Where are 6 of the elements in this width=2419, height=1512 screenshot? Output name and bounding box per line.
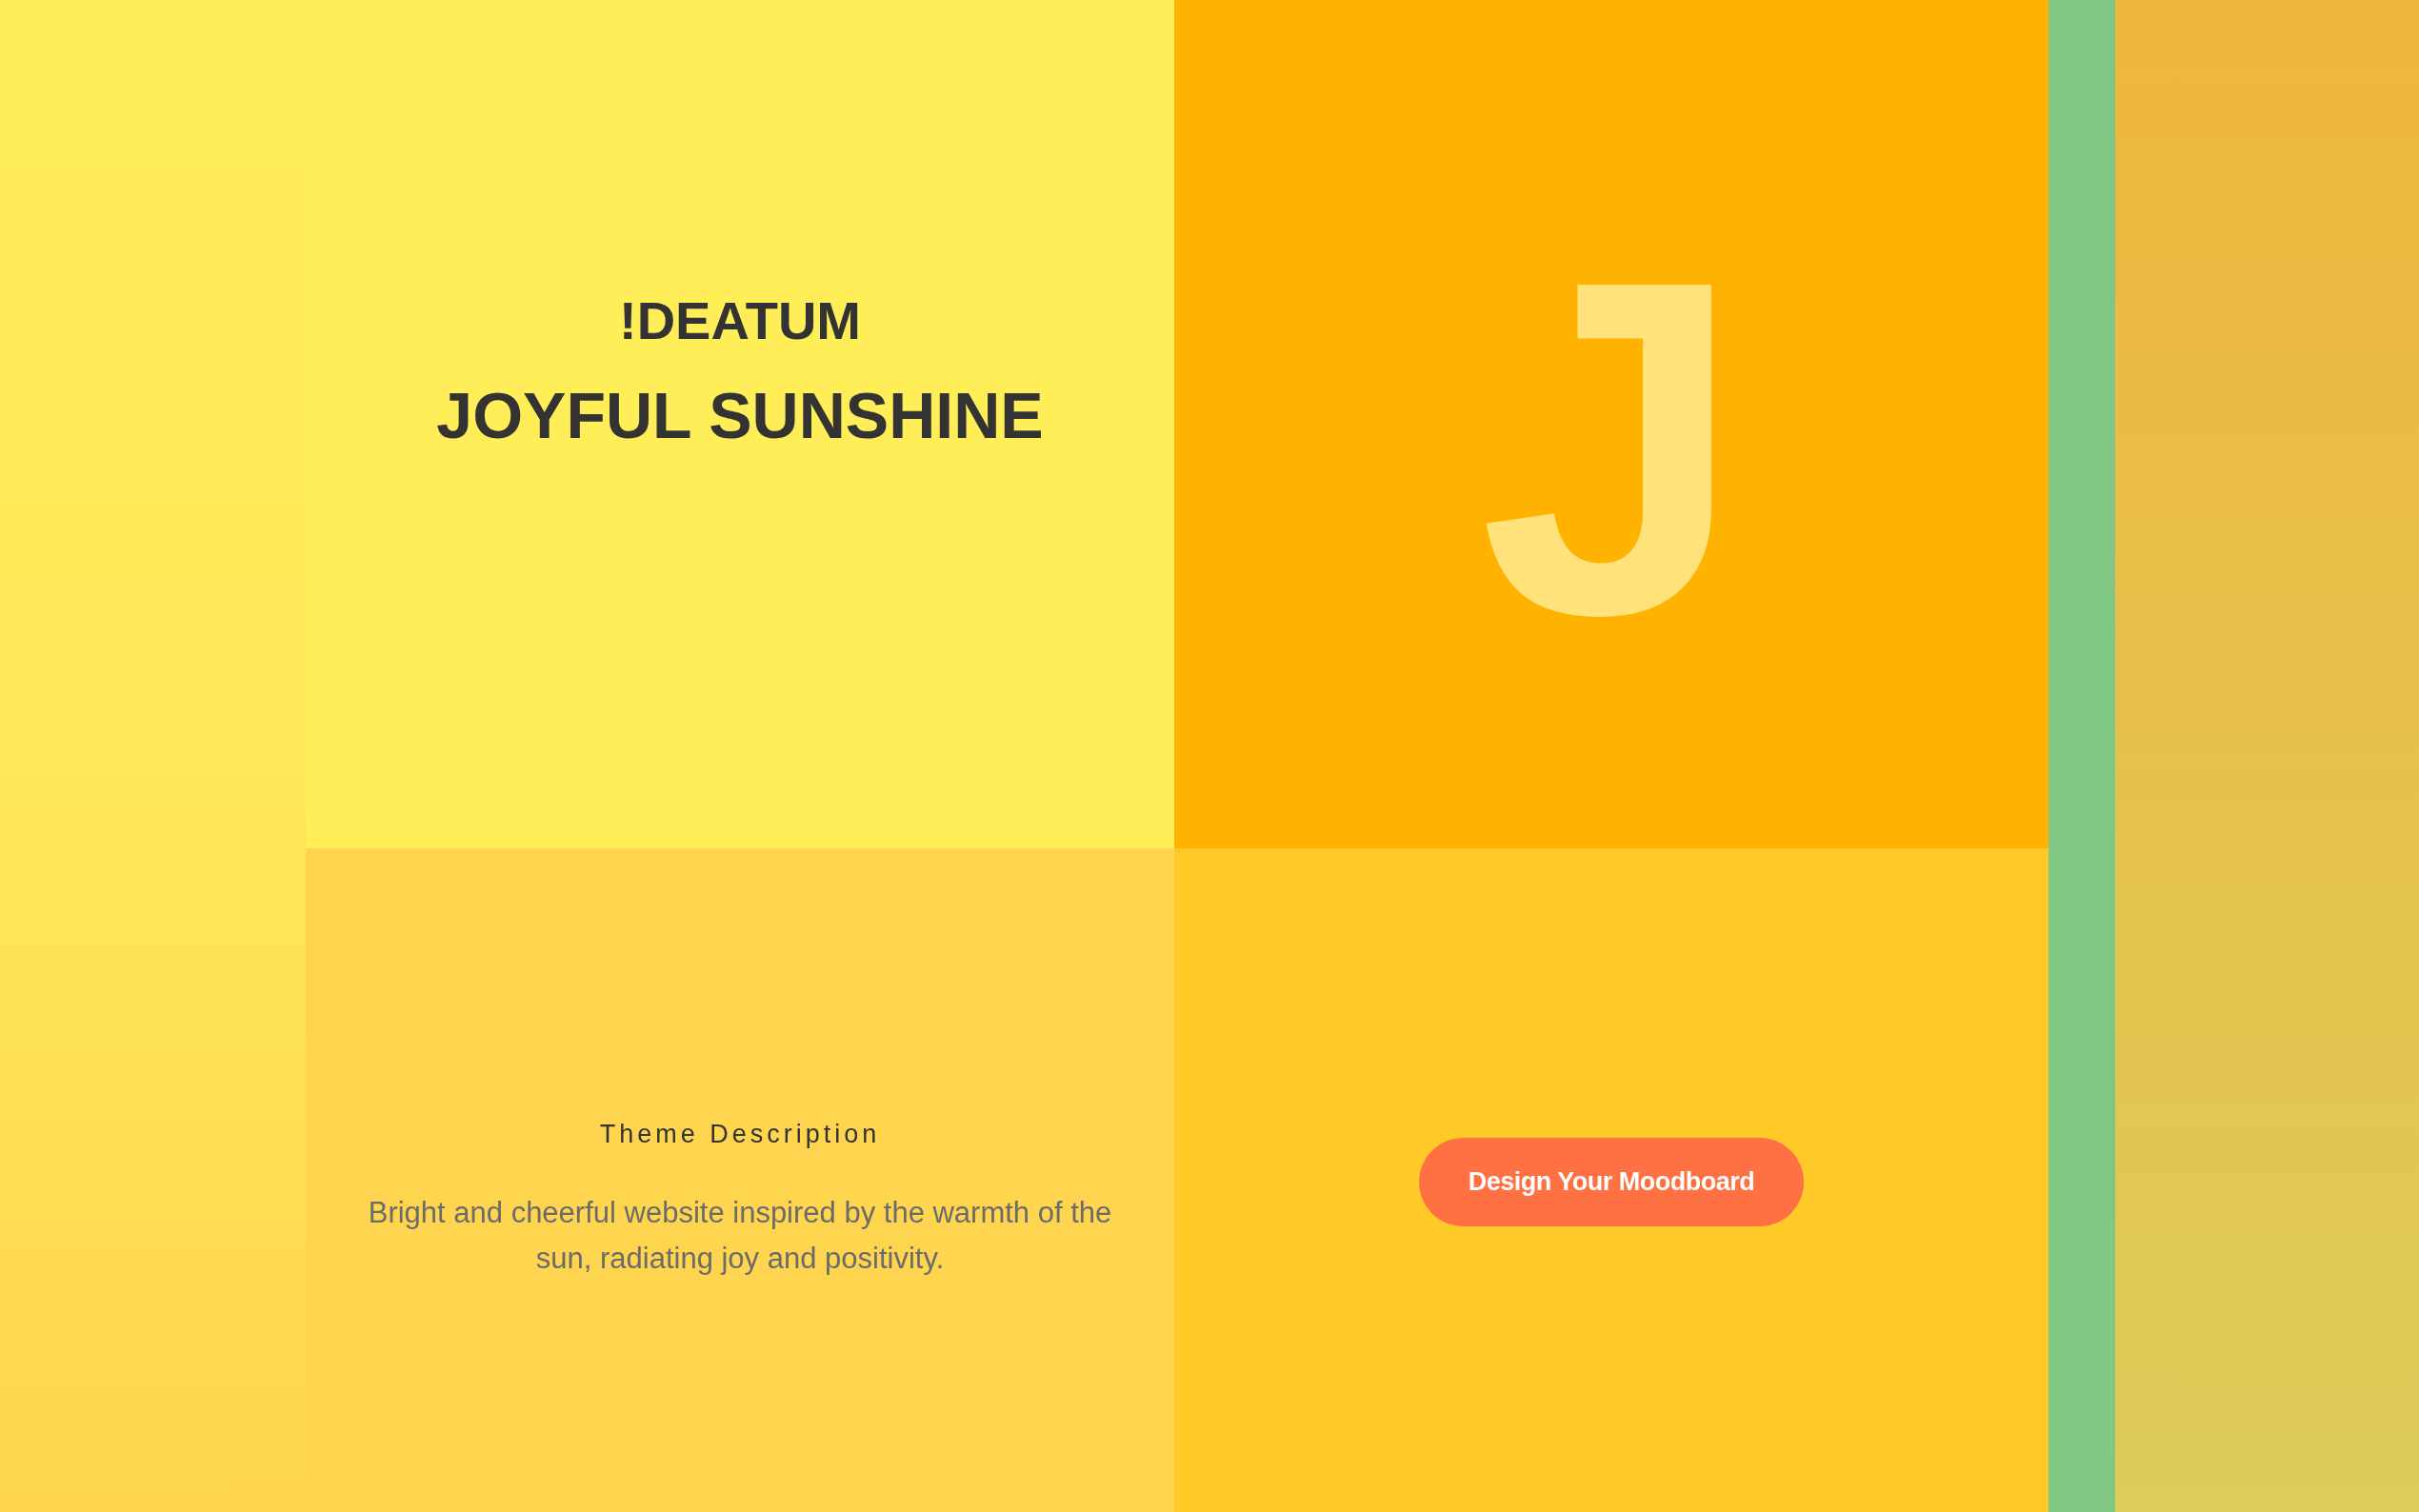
brand-logo: !DEATUM xyxy=(619,289,861,352)
description-text: Bright and cheerful website inspired by the warmth of the sun, radiating joy and positivity. xyxy=(367,1194,1113,1277)
section-heading: Theme Description xyxy=(599,1119,881,1150)
monogram-letter: J xyxy=(1477,180,1746,715)
page-title: JOYFUL SUNSHINE xyxy=(436,378,1044,453)
moodboard-button[interactable]: Design Your Moodboard xyxy=(1419,1138,1804,1226)
